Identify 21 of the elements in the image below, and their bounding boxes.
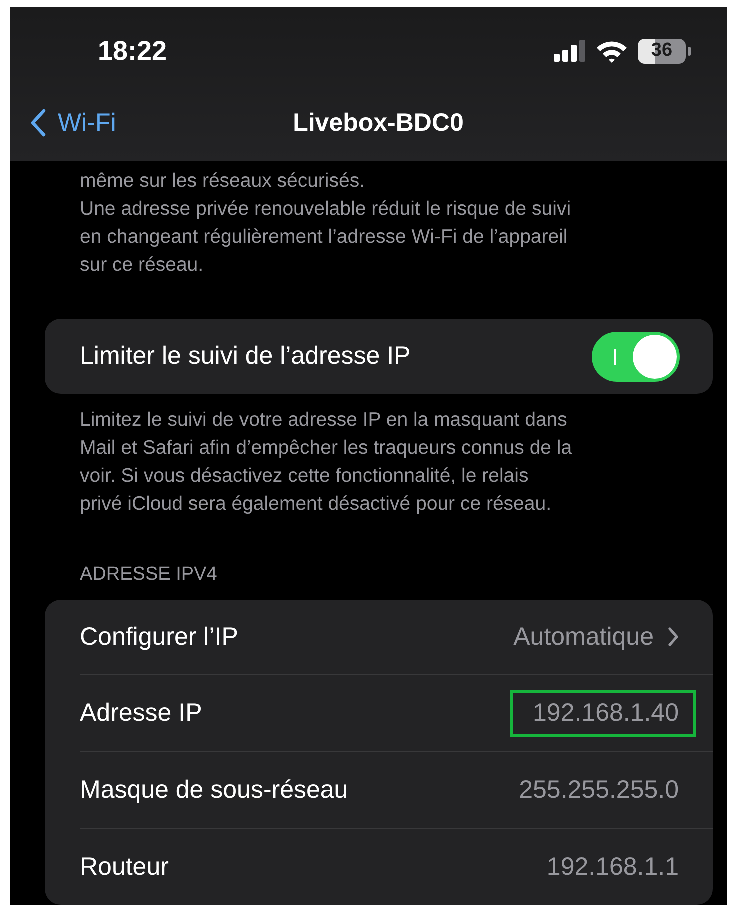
row-label: Routeur bbox=[80, 852, 169, 882]
signal-icon bbox=[554, 40, 586, 62]
battery-tip-icon bbox=[688, 46, 691, 56]
back-button[interactable]: Wi-Fi bbox=[30, 108, 294, 138]
row-value: 192.168.1.40 bbox=[533, 698, 679, 728]
privacy-note: Limitez le suivi de votre adresse IP en la masquant dans Mail et Safari afin d’empêcher les traqueurs connus de la voir. Si vous désactivez cette fonctionnalité, le relais privé iCloud sera également désactivé pour ce réseau. bbox=[79, 408, 574, 517]
chevron-right-icon bbox=[668, 627, 679, 647]
row-value: 192.168.1.1 bbox=[546, 852, 679, 882]
row-label: Masque de sous-réseau bbox=[80, 776, 348, 804]
row-value: 255.255.255.0 bbox=[519, 776, 679, 804]
address-note: même sur les réseaux sécurisés. Une adresse privée renouvelable réduit le risque de suivi en changeant régulièrement l’adresse Wi-Fi de l’appareil sur ce réseau. bbox=[79, 169, 572, 278]
toggle-switch[interactable] bbox=[592, 332, 680, 382]
wifi-icon bbox=[596, 40, 628, 62]
chevron-left-icon bbox=[30, 109, 46, 137]
status-time: 18:22 bbox=[98, 36, 168, 66]
setting-label: Limiter le suivi de l’adresse IP bbox=[80, 342, 411, 371]
section-header: ADRESSE IPV4 bbox=[79, 564, 218, 586]
page-title: Livebox-BDC0 bbox=[293, 108, 464, 138]
row-label: Configurer l’IP bbox=[80, 622, 238, 652]
config-link[interactable]: Automatique bbox=[514, 622, 679, 652]
row-label: Adresse IP bbox=[80, 698, 202, 728]
